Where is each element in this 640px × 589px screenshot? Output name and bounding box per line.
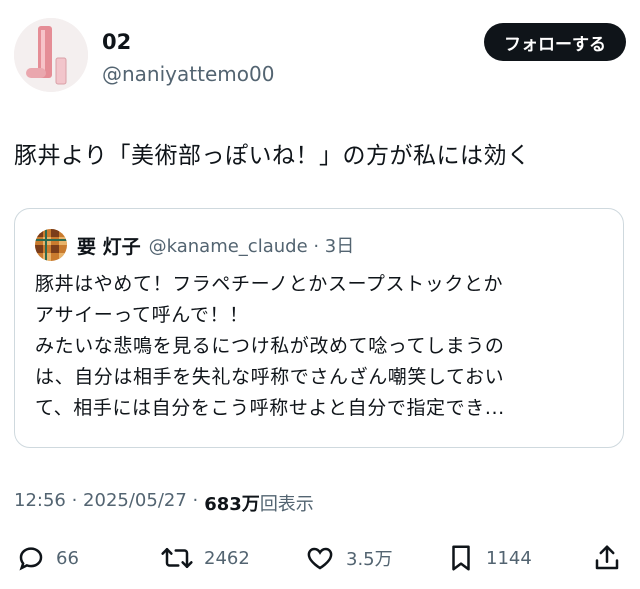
view-count: 683万 xyxy=(204,494,260,515)
tweet-header: 02 @naniyattemo00 フォローする xyxy=(14,18,626,94)
tweet-text: 豚丼より「美術部っぽいね！」の方が私には効く xyxy=(14,143,531,169)
view-label: 回表示 xyxy=(259,494,314,515)
author-handle[interactable]: @naniyattemo00 xyxy=(102,62,274,86)
bookmark-button[interactable]: 1144 xyxy=(446,540,532,576)
quote-author-avatar[interactable] xyxy=(35,229,67,261)
author-name[interactable]: 02 xyxy=(102,30,131,54)
follow-button[interactable]: フォローする xyxy=(484,23,626,61)
tweet-meta: 12:56 · 2025/05/27 · 683万 回表示 xyxy=(14,490,314,516)
quoted-tweet[interactable]: 要 灯子 @kaname_claude · 3日 豚丼はやめて！フラペチーノとか… xyxy=(14,208,624,448)
quote-text: 豚丼はやめて！フラペチーノとかスープストックとか アサイーって呼んで！！ みたい… xyxy=(35,273,505,419)
like-count: 3.5万 xyxy=(346,549,393,570)
reply-icon xyxy=(19,547,43,571)
action-bar: 66 2462 3.5万 1144 xyxy=(14,540,626,576)
quote-header: 要 灯子 @kaname_claude · 3日 xyxy=(35,229,354,261)
retweet-button[interactable]: 2462 xyxy=(160,540,250,576)
reply-count: 66 xyxy=(56,547,79,569)
bookmark-icon xyxy=(452,545,470,571)
retweet-count: 2462 xyxy=(204,547,250,569)
quote-handle-time: @kaname_claude · 3日 xyxy=(148,236,355,257)
reply-button[interactable]: 66 xyxy=(16,540,79,576)
like-icon xyxy=(307,547,333,570)
quote-author-name[interactable]: 要 灯子 xyxy=(77,232,141,259)
like-button[interactable]: 3.5万 xyxy=(304,540,393,576)
share-button[interactable] xyxy=(592,540,632,576)
author-avatar[interactable] xyxy=(14,18,88,92)
share-icon xyxy=(595,545,619,570)
bookmark-count: 1144 xyxy=(486,547,532,569)
tweet-timestamp[interactable]: 12:56 · 2025/05/27 · xyxy=(14,490,198,516)
retweet-icon xyxy=(161,548,193,568)
